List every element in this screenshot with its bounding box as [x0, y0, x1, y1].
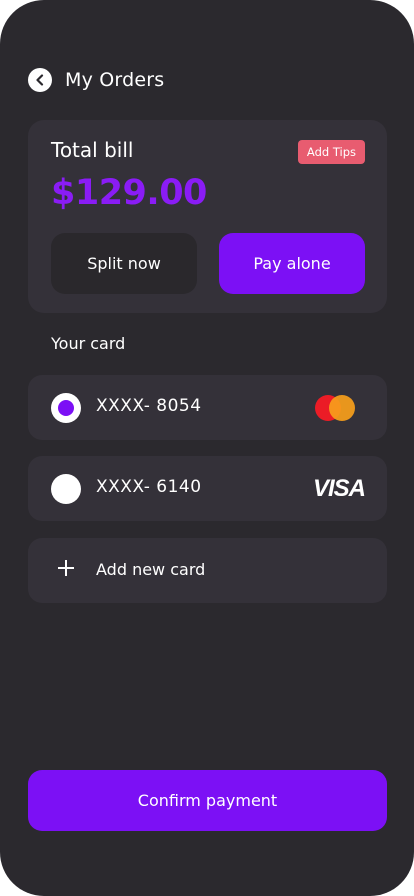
add-new-card-label: Add new card: [96, 560, 206, 579]
card-number: XXXX- 6140: [96, 477, 202, 497]
card-option-8054[interactable]: XXXX- 8054: [28, 375, 387, 440]
card-option-6140[interactable]: XXXX- 6140 VISA: [28, 456, 387, 521]
back-button[interactable]: [28, 68, 52, 92]
mastercard-logo: [315, 395, 355, 421]
total-bill-label: Total bill: [51, 138, 134, 162]
your-card-label: Your card: [51, 334, 126, 353]
visa-logo: VISA: [312, 475, 366, 502]
pay-alone-button[interactable]: Pay alone: [219, 233, 365, 294]
plus-icon: [58, 560, 74, 576]
header: My Orders: [28, 67, 164, 93]
confirm-payment-button[interactable]: Confirm payment: [28, 770, 387, 831]
card-radio-unselected[interactable]: [51, 474, 81, 504]
page-title: My Orders: [65, 69, 165, 91]
total-bill-card: Total bill Add Tips $129.00 Split now Pa…: [28, 120, 387, 313]
chevron-left-icon: [36, 74, 44, 86]
add-tips-button[interactable]: Add Tips: [297, 140, 365, 164]
split-now-button[interactable]: Split now: [51, 233, 197, 294]
total-bill-amount: $129.00: [51, 173, 207, 213]
payment-screen: My Orders Total bill Add Tips $129.00 Sp…: [0, 0, 414, 896]
card-number: XXXX- 8054: [96, 396, 202, 416]
card-radio-selected[interactable]: [51, 393, 81, 423]
add-new-card-button[interactable]: Add new card: [28, 538, 387, 603]
